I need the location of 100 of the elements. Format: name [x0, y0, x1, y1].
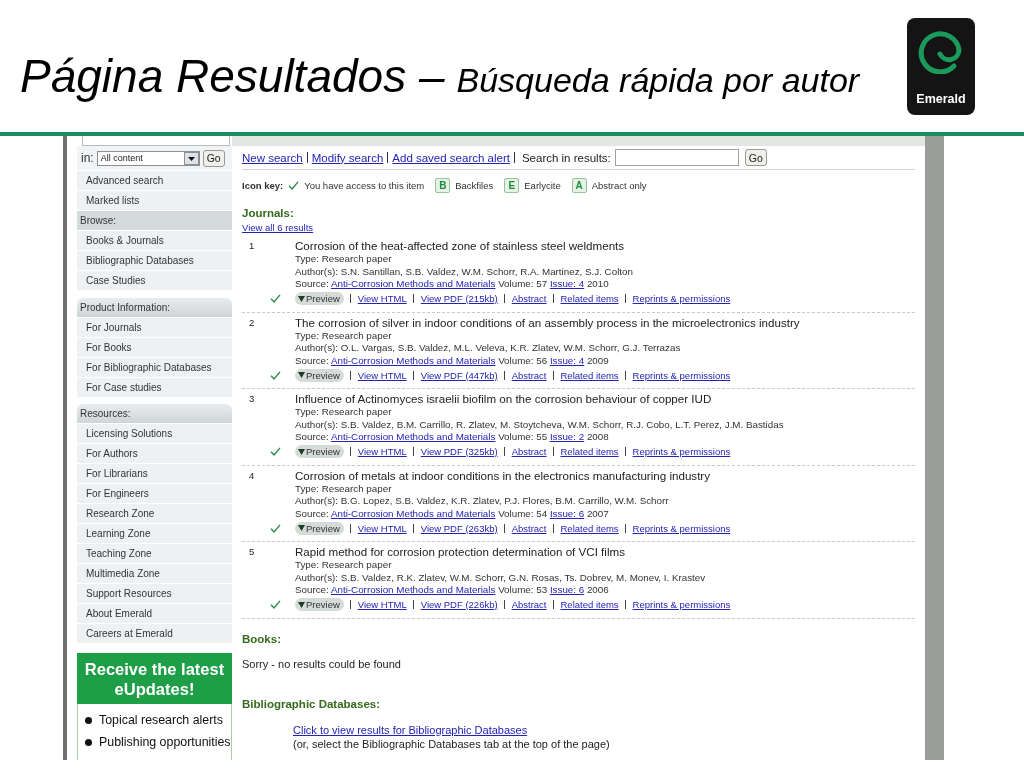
- caret-icon: [298, 601, 305, 608]
- view-all-link[interactable]: View all 6 results: [242, 222, 314, 234]
- issue-link[interactable]: Issue: 6: [549, 507, 585, 519]
- result-link[interactable]: View HTML: [357, 599, 407, 610]
- result-type: Type: Research paper: [295, 482, 393, 495]
- result-link[interactable]: Abstract: [511, 599, 547, 610]
- preview-button[interactable]: Preview: [295, 292, 344, 305]
- issue-link[interactable]: Issue: 6: [549, 584, 585, 595]
- result-link[interactable]: View PDF (215kb): [420, 293, 498, 304]
- result-type: Type: Research paper: [295, 253, 393, 266]
- result-link[interactable]: Related items: [560, 522, 619, 534]
- journal-link[interactable]: Anti-Corrosion Methods and Materials: [330, 278, 496, 289]
- toolbar-link[interactable]: Add saved search alert: [392, 151, 510, 164]
- result-link[interactable]: Abstract: [511, 446, 547, 457]
- result-source: Source: Anti-Corrosion Methods and Materials Volume: 57 Issue: 4 2010: [295, 278, 610, 291]
- result-link[interactable]: View PDF (325kb): [420, 446, 498, 457]
- preview-button[interactable]: Preview: [295, 445, 344, 458]
- result-link[interactable]: View PDF (447kb): [420, 369, 498, 381]
- journal-link[interactable]: Anti-Corrosion Methods and Materials: [330, 507, 496, 519]
- result-link[interactable]: Related items: [560, 369, 619, 381]
- search-label: Search in results:: [521, 151, 611, 164]
- section-heading: Journals:: [242, 206, 295, 220]
- sidebar-link[interactable]: About Emerald: [77, 604, 232, 624]
- spiral-icon: [918, 28, 964, 74]
- sidebar-link[interactable]: Marked lists: [77, 191, 232, 211]
- preview-button[interactable]: Preview: [295, 598, 344, 611]
- result-type: Type: Research paper: [295, 329, 393, 342]
- sidebar-link[interactable]: For Journals: [77, 318, 232, 338]
- journal-link[interactable]: Anti-Corrosion Methods and Materials: [330, 584, 496, 595]
- toolbar-link[interactable]: New search: [242, 151, 303, 164]
- scope-label: in:: [81, 151, 94, 165]
- result-authors: Author(s): S.B. Valdez, R.K. Zlatev, W.M. Schorr, G.N. Rosas, Ts. Dobrev, M. Monev, I. Krastev: [295, 571, 707, 584]
- result-link[interactable]: Reprints & permissions: [632, 369, 731, 381]
- search-results-field[interactable]: [614, 149, 739, 166]
- sidebar-link[interactable]: Support Resources: [77, 584, 232, 604]
- result-authors: Author(s): B.G. Lopez, S.B. Valdez, K.R. Zlatev, P.J. Flores, B.M. Carrillo, W.M. Schorr: [295, 495, 670, 508]
- result-link[interactable]: View HTML: [357, 369, 407, 381]
- go-button[interactable]: Go: [744, 149, 767, 166]
- caret-icon: [298, 448, 305, 455]
- result-link[interactable]: View PDF (226kb): [420, 599, 498, 610]
- result-link[interactable]: Reprints & permissions: [632, 599, 731, 610]
- icon-key-text: Abstract only: [591, 179, 647, 191]
- preview-button[interactable]: Preview: [295, 368, 344, 382]
- no-results-message: Sorry - no results could be found: [242, 657, 402, 670]
- sidebar-link[interactable]: Licensing Solutions: [77, 424, 232, 444]
- result-title[interactable]: Rapid method for corrosion protection determination of VCI films: [295, 545, 915, 559]
- slide-title: Página Resultados –: [20, 49, 445, 103]
- sidebar-link[interactable]: For Authors: [77, 444, 232, 464]
- scope-dropdown[interactable]: All content: [96, 150, 200, 166]
- sidebar-link[interactable]: For Librarians: [77, 464, 232, 484]
- result-link[interactable]: Reprints & permissions: [632, 446, 731, 457]
- result-link[interactable]: Abstract: [511, 293, 547, 304]
- result-link[interactable]: View HTML: [357, 522, 407, 534]
- sidebar-link[interactable]: Research Zone: [77, 504, 232, 524]
- result-link[interactable]: View HTML: [357, 293, 407, 304]
- sidebar-link[interactable]: For Case studies: [77, 378, 232, 398]
- preview-button[interactable]: Preview: [295, 521, 344, 535]
- journal-link[interactable]: Anti-Corrosion Methods and Materials: [330, 431, 496, 442]
- sidebar-heading: Resources:: [77, 404, 232, 424]
- sidebar-link[interactable]: For Books: [77, 338, 232, 358]
- sidebar-link[interactable]: Bibliographic Databases: [77, 251, 232, 271]
- section-heading: Books:: [242, 631, 282, 646]
- issue-link[interactable]: Issue: 2: [549, 431, 585, 442]
- sidebar-link[interactable]: Multimedia Zone: [77, 564, 232, 584]
- sidebar-link[interactable]: Advanced search: [77, 171, 232, 191]
- result-source: Source: Anti-Corrosion Methods and Materials Volume: 56 Issue: 4 2009: [295, 354, 610, 367]
- result-source: Source: Anti-Corrosion Methods and Materials Volume: 54 Issue: 6 2007: [295, 507, 610, 520]
- sidebar-link[interactable]: Teaching Zone: [77, 544, 232, 564]
- journal-link[interactable]: Anti-Corrosion Methods and Materials: [330, 354, 496, 366]
- sidebar-link[interactable]: Learning Zone: [77, 524, 232, 544]
- issue-link[interactable]: Issue: 4: [549, 354, 585, 366]
- sidebar-link[interactable]: Careers at Emerald: [77, 624, 232, 644]
- scrollbar[interactable]: [925, 136, 944, 760]
- result-link[interactable]: View HTML: [357, 446, 407, 457]
- result-link[interactable]: Reprints & permissions: [632, 522, 731, 534]
- databases-link[interactable]: Click to view results for Bibliographic Databases: [293, 722, 528, 737]
- sidebar-link[interactable]: Books & Journals: [77, 231, 232, 251]
- issue-link[interactable]: Issue: 4: [549, 278, 585, 289]
- result-title[interactable]: Corrosion of the heat-affected zone of stainless steel weldments: [295, 239, 915, 253]
- search-field[interactable]: [82, 136, 230, 146]
- result-link[interactable]: Related items: [560, 446, 619, 457]
- sidebar-link[interactable]: For Bibliographic Databases: [77, 358, 232, 378]
- toolbar-link[interactable]: Modify search: [311, 151, 384, 164]
- sidebar-link[interactable]: For Engineers: [77, 484, 232, 504]
- result-title[interactable]: Corrosion of metals at indoor conditions in the electronics manufacturing industry: [295, 468, 915, 483]
- sidebar-heading: Product Information:: [77, 298, 232, 318]
- result-link[interactable]: Related items: [560, 293, 619, 304]
- result-link[interactable]: Related items: [560, 599, 619, 610]
- result-link[interactable]: Abstract: [511, 369, 547, 381]
- result-link[interactable]: View PDF (263kb): [420, 522, 498, 534]
- result-title[interactable]: Influence of Actinomyces israelii biofilm on the corrosion behaviour of copper IUD: [295, 392, 915, 406]
- check-icon: [288, 180, 300, 190]
- result-link[interactable]: Abstract: [511, 522, 547, 534]
- result-link[interactable]: Reprints & permissions: [632, 293, 731, 304]
- sidebar-link[interactable]: Case Studies: [77, 271, 232, 291]
- go-button[interactable]: Go: [202, 149, 225, 167]
- result-number: 5: [248, 545, 256, 559]
- result-authors: Author(s): O.L. Vargas, S.B. Valdez, M.L. Veleva, K.R. Zlatev, W.M. Schorr, G.J. Terrazas: [295, 342, 682, 355]
- databases-note: (or, select the Bibliographic Databases tab at the top of the page): [293, 736, 611, 751]
- result-title[interactable]: The corrosion of silver in indoor conditions of an assembly process in the microelectronics industry: [295, 315, 915, 330]
